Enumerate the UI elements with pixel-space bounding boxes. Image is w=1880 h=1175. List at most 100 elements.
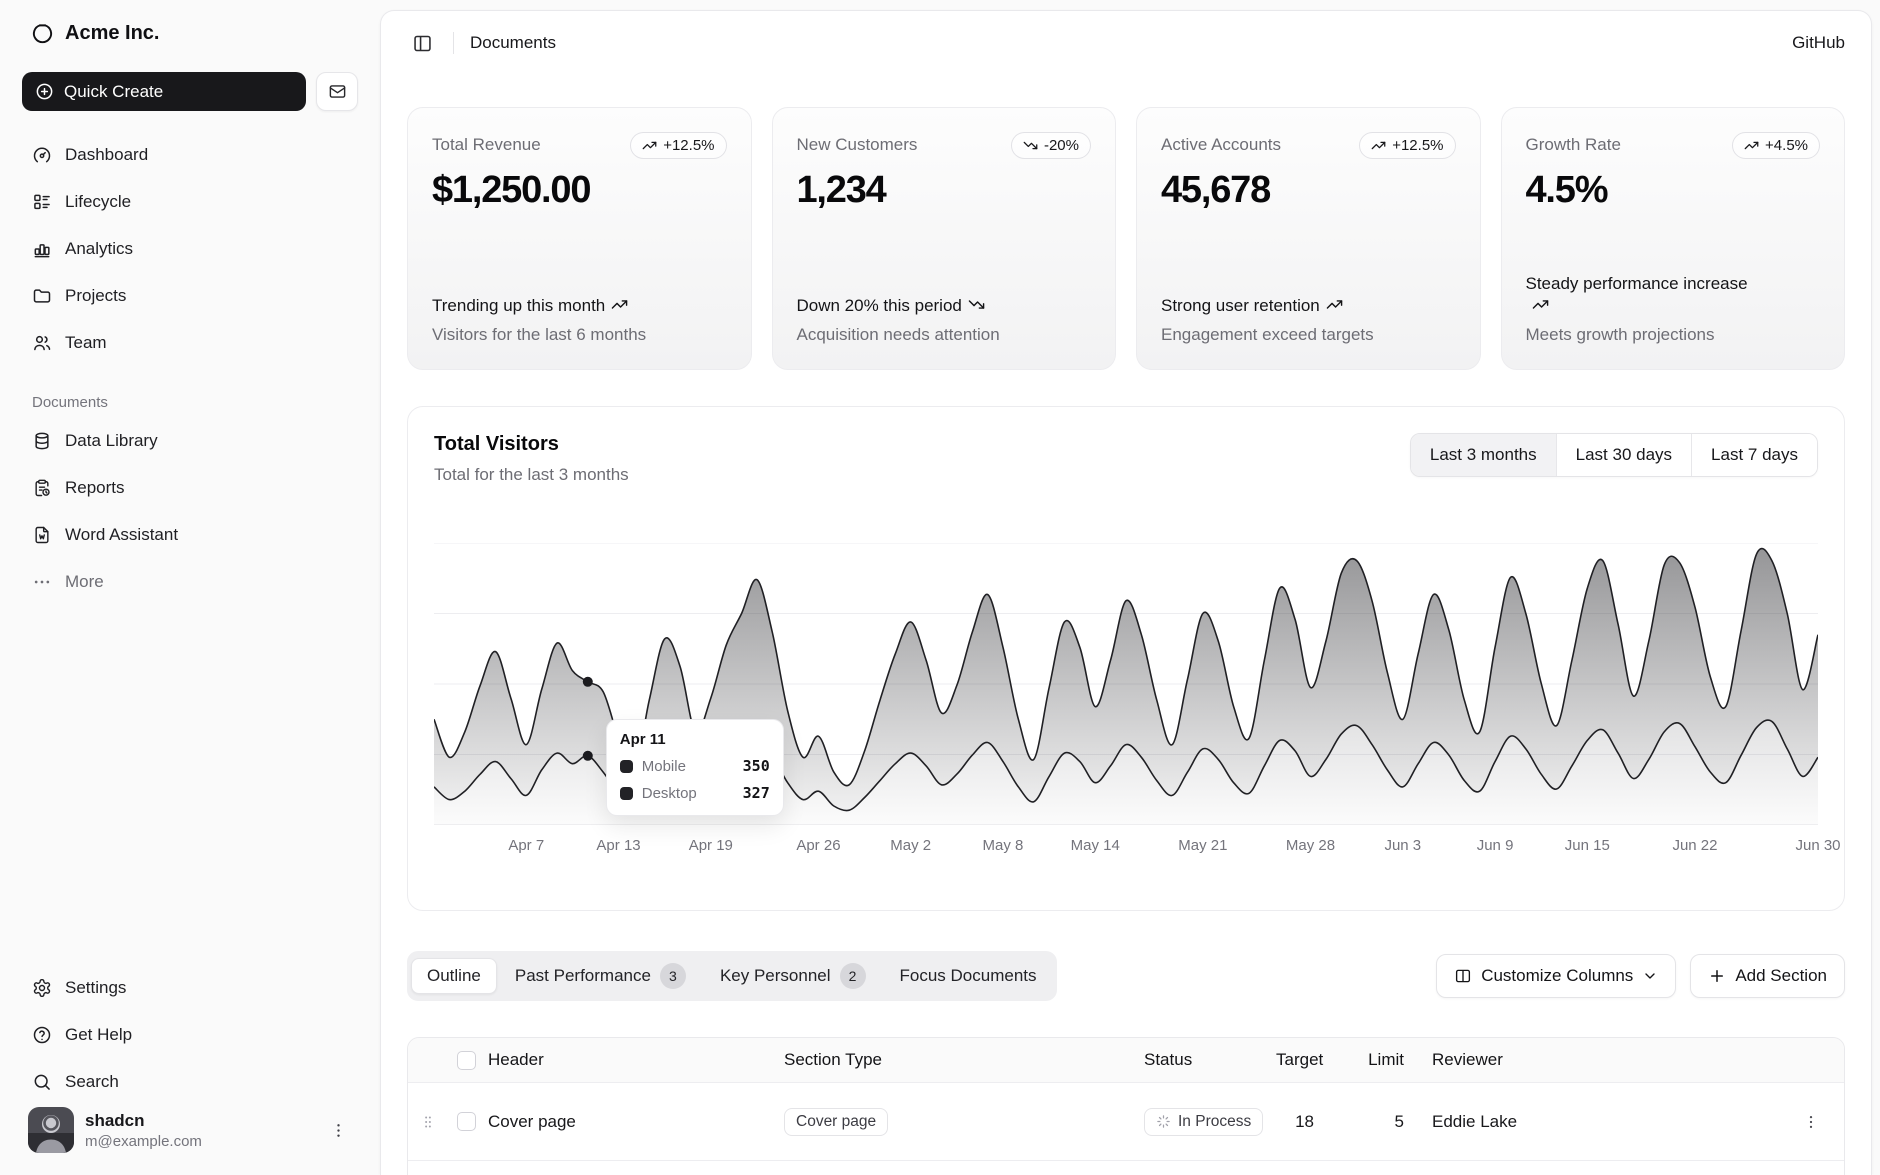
sidebar-item-analytics[interactable]: Analytics — [22, 229, 358, 268]
sidebar-spacer — [22, 601, 358, 944]
area-chart[interactable]: Apr 11 Mobile 350 Desktop 327 — [434, 543, 1818, 825]
sidebar-item-search[interactable]: Search — [22, 1062, 358, 1101]
sidebar-item-lifecycle[interactable]: Lifecycle — [22, 182, 358, 221]
trend-badge: +4.5% — [1732, 132, 1820, 159]
quick-create-label: Quick Create — [64, 82, 163, 102]
x-tick: Jun 22 — [1672, 837, 1717, 854]
x-tick: Apr 26 — [796, 837, 840, 854]
sidebar-item-dashboard[interactable]: Dashboard — [22, 135, 358, 174]
mobile-swatch — [620, 760, 633, 773]
github-link[interactable]: GitHub — [1792, 33, 1845, 53]
sidebar-item-label: Get Help — [65, 1025, 132, 1045]
panel-left-icon — [412, 33, 433, 54]
sidebar-toggle-button[interactable] — [407, 28, 437, 58]
trending-down-icon — [968, 296, 985, 313]
stat-card-total-revenue: Total Revenue +12.5% $1,250.00 Trending … — [407, 107, 752, 370]
sidebar-item-reports[interactable]: Reports — [22, 468, 358, 507]
user-meta: shadcn m@example.com — [85, 1111, 202, 1150]
tab-count-badge: 2 — [840, 963, 866, 989]
row-actions-button[interactable] — [1796, 1107, 1826, 1137]
tab-count-badge: 3 — [660, 963, 686, 989]
sidebar-item-data-library[interactable]: Data Library — [22, 421, 358, 460]
sidebar-item-projects[interactable]: Projects — [22, 276, 358, 315]
page-title: Documents — [470, 33, 556, 53]
row-limit[interactable]: 5 — [1328, 1112, 1418, 1132]
trending-up-icon — [1532, 296, 1549, 313]
footer-nav: Settings Get Help Search — [22, 968, 358, 1101]
drag-handle[interactable] — [408, 1161, 448, 1175]
chart-subtitle: Total for the last 3 months — [434, 465, 629, 485]
content: Total Revenue +12.5% $1,250.00 Trending … — [381, 75, 1871, 1175]
acme-logo-icon — [31, 22, 54, 45]
stat-value: $1,250.00 — [432, 169, 727, 212]
stat-footer-title: Down 20% this period — [797, 295, 1027, 317]
sidebar-item-get-help[interactable]: Get Help — [22, 1015, 358, 1054]
inbox-button[interactable] — [316, 72, 358, 111]
trending-up-icon — [1326, 296, 1343, 313]
row-name[interactable]: Cover page — [484, 1112, 780, 1132]
sidebar-item-word-assistant[interactable]: Word Assistant — [22, 515, 358, 554]
add-section-button[interactable]: Add Section — [1690, 954, 1845, 998]
sidebar-item-settings[interactable]: Settings — [22, 968, 358, 1007]
row-reviewer[interactable]: Eddie Lake — [1418, 1112, 1778, 1132]
quick-create-row: Quick Create — [22, 72, 358, 111]
tab-outline[interactable]: Outline — [411, 958, 497, 994]
sidebar-item-label: Projects — [65, 286, 126, 306]
row-target[interactable]: 18 — [1272, 1112, 1328, 1132]
stat-footer-title: Strong user retention — [1161, 295, 1391, 317]
user-more-button[interactable] — [324, 1116, 352, 1144]
app-root: Acme Inc. Quick Create Dashboard Lifecyc… — [0, 0, 1880, 1175]
tab-key-personnel[interactable]: Key Personnel 2 — [704, 955, 882, 997]
chart-heading: Total Visitors Total for the last 3 mont… — [434, 433, 629, 485]
documents-nav: Data Library Reports Word Assistant More — [22, 421, 358, 601]
plus-icon — [1708, 967, 1726, 985]
brand-name: Acme Inc. — [65, 22, 159, 45]
sidebar-item-label: Dashboard — [65, 145, 148, 165]
chart-title: Total Visitors — [434, 433, 629, 456]
tooltip-series-value: 327 — [743, 784, 770, 802]
quick-create-button[interactable]: Quick Create — [22, 72, 306, 111]
trend-badge: +12.5% — [630, 132, 726, 159]
brand[interactable]: Acme Inc. — [22, 22, 358, 45]
customize-columns-button[interactable]: Customize Columns — [1436, 954, 1676, 998]
sidebar-item-more[interactable]: More — [22, 562, 358, 601]
desktop-swatch — [620, 787, 633, 800]
user-menu[interactable]: shadcn m@example.com — [22, 1101, 358, 1153]
x-tick: May 14 — [1071, 837, 1120, 854]
stat-title: Total Revenue — [432, 132, 541, 155]
stat-card-new-customers: New Customers -20% 1,234 Down 20% this p… — [772, 107, 1117, 370]
tab-focus-documents[interactable]: Focus Documents — [884, 958, 1053, 994]
sidebar-item-label: Settings — [65, 978, 126, 998]
range-last-30-days[interactable]: Last 30 days — [1556, 434, 1691, 476]
section-type-badge: Cover page — [784, 1108, 888, 1136]
ellipsis-vertical-icon — [1802, 1113, 1820, 1131]
topbar-separator — [453, 32, 454, 54]
table-header-row: Header Section Type Status Target Limit … — [408, 1038, 1844, 1082]
table-toolbar: Outline Past Performance 3 Key Personnel… — [407, 951, 1845, 1001]
select-all-checkbox[interactable] — [457, 1051, 476, 1070]
x-tick: May 28 — [1286, 837, 1335, 854]
topbar: Documents GitHub — [381, 11, 1871, 75]
table-row-table-of-contents: Table of contents Table of contents Done… — [408, 1160, 1844, 1175]
sidebar-item-team[interactable]: Team — [22, 323, 358, 362]
trending-up-icon — [1371, 138, 1386, 153]
sidebar-item-label: Search — [65, 1072, 119, 1092]
trend-value: +4.5% — [1765, 137, 1808, 154]
tooltip-row-desktop: Desktop 327 — [620, 784, 770, 802]
drag-handle[interactable] — [408, 1083, 448, 1160]
stat-title: Active Accounts — [1161, 132, 1281, 155]
stat-title: New Customers — [797, 132, 918, 155]
trend-value: -20% — [1044, 137, 1079, 154]
x-tick: May 8 — [983, 837, 1024, 854]
x-tick: May 2 — [890, 837, 931, 854]
range-last-3-months[interactable]: Last 3 months — [1411, 434, 1556, 476]
chart-bar-icon — [32, 239, 52, 259]
x-tick: Jun 15 — [1565, 837, 1610, 854]
stat-footer-sub: Acquisition needs attention — [797, 325, 1092, 345]
gauge-icon — [32, 145, 52, 165]
file-word-icon — [32, 525, 52, 545]
range-last-7-days[interactable]: Last 7 days — [1691, 434, 1817, 476]
tab-past-performance[interactable]: Past Performance 3 — [499, 955, 702, 997]
report-icon — [32, 478, 52, 498]
row-checkbox[interactable] — [457, 1112, 476, 1131]
